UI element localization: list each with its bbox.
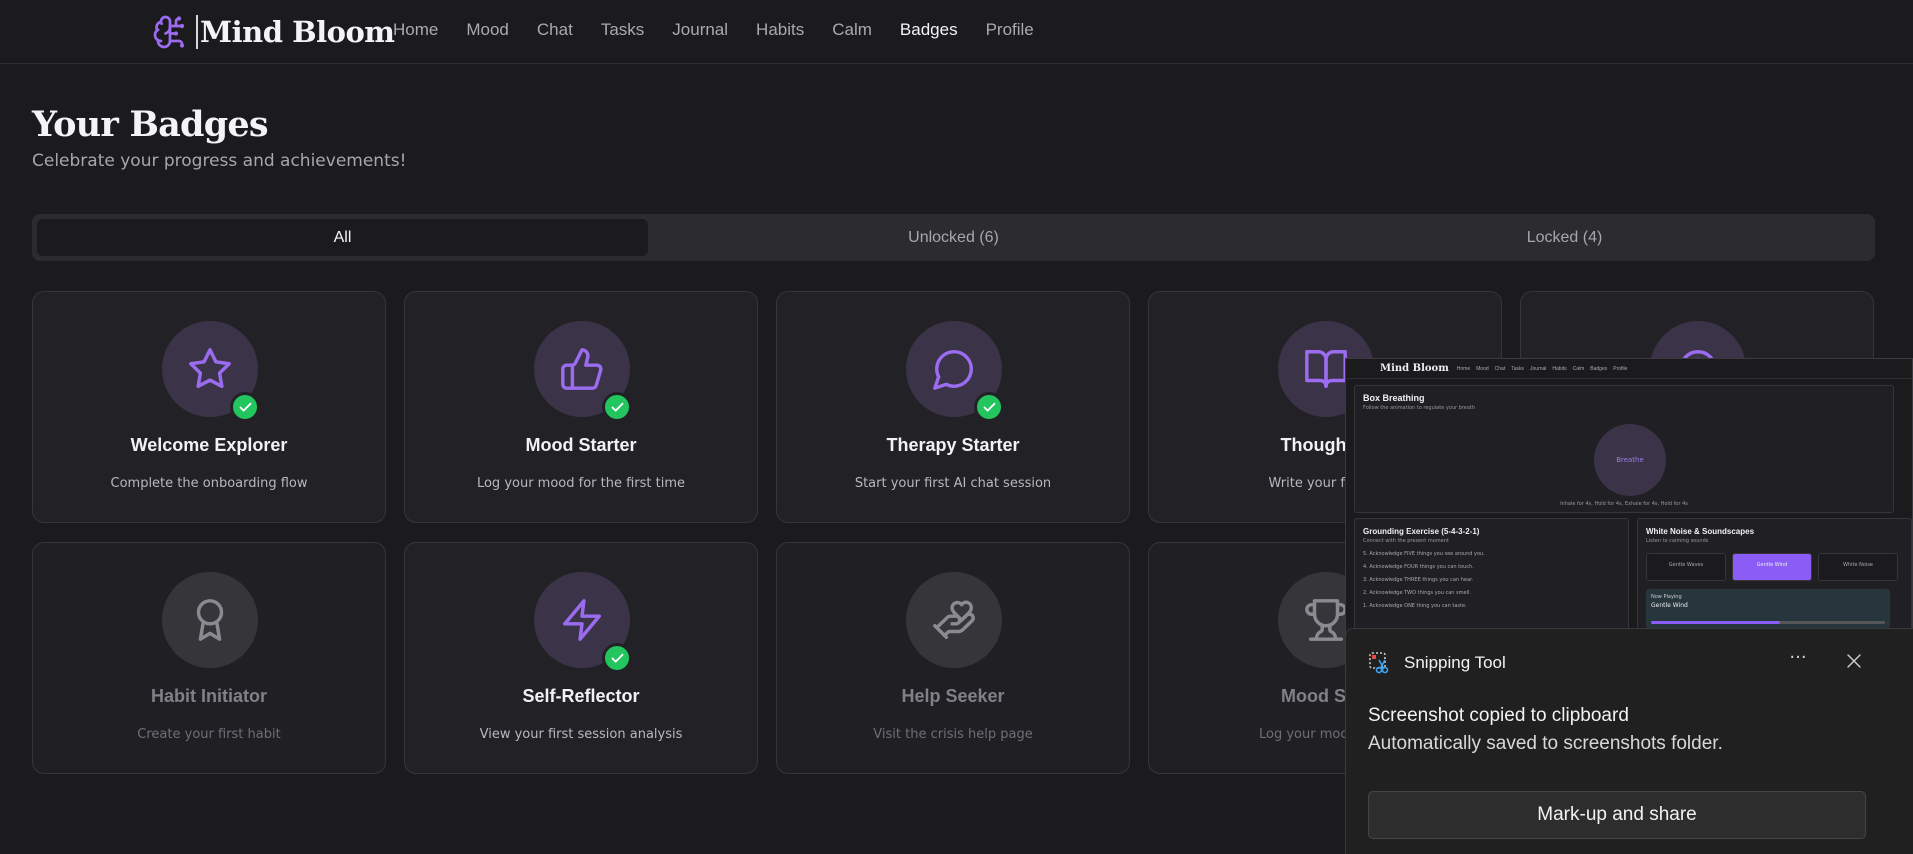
preview-nav-item: Chat bbox=[1494, 365, 1506, 372]
badge-description: Complete the onboarding flow bbox=[110, 476, 308, 491]
unlocked-check-icon bbox=[602, 392, 632, 422]
preview-brand: Mind Bloom bbox=[1380, 363, 1449, 374]
nav-tasks[interactable]: Tasks bbox=[601, 20, 644, 40]
preview-sound-option: Gentle Waves bbox=[1646, 553, 1726, 581]
snip-preview-image[interactable]: Mind Bloom Home Mood Chat Tasks Journal … bbox=[1345, 358, 1913, 648]
page-subtitle: Celebrate your progress and achievements… bbox=[32, 151, 407, 171]
tab-all[interactable]: All bbox=[37, 219, 648, 256]
nav-habits[interactable]: Habits bbox=[756, 20, 804, 40]
tab-unlocked[interactable]: Unlocked (6) bbox=[648, 219, 1259, 256]
hand-heart-icon bbox=[933, 600, 975, 639]
badge-title: Therapy Starter bbox=[886, 435, 1020, 455]
preview-grounding-step: 2. Acknowledge TWO things you can smell. bbox=[1363, 590, 1471, 596]
unlocked-check-icon bbox=[230, 392, 260, 422]
chat-bubble-icon bbox=[933, 350, 973, 390]
notification-detail: Automatically saved to screenshots folde… bbox=[1368, 733, 1723, 754]
notification-message: Screenshot copied to clipboard bbox=[1368, 705, 1629, 726]
preview-sound-subtitle: Listen to calming sounds bbox=[1646, 538, 1709, 544]
badge-title: Mood Starter bbox=[525, 435, 637, 455]
preview-nav-item: Tasks bbox=[1511, 365, 1524, 372]
badge-title: Welcome Explorer bbox=[130, 435, 288, 455]
preview-now-playing-track: Gentle Wind bbox=[1651, 602, 1688, 609]
notification-header: Snipping Tool bbox=[1368, 651, 1506, 675]
preview-breathe-circle: Breathe bbox=[1594, 424, 1666, 496]
preview-box-breathing: Box Breathing Follow the animation to re… bbox=[1354, 385, 1894, 513]
nav-badges[interactable]: Badges bbox=[900, 20, 958, 40]
preview-now-playing-label: Now Playing bbox=[1651, 594, 1682, 600]
preview-sound-options: Gentle Waves Gentle Wind White Noise bbox=[1646, 553, 1911, 581]
badge-icon-circle bbox=[162, 572, 258, 668]
close-icon[interactable] bbox=[1834, 643, 1874, 679]
nav-mood[interactable]: Mood bbox=[466, 20, 509, 40]
preview-now-playing: Now Playing Gentle Wind bbox=[1646, 589, 1890, 629]
preview-nav-item: Badges bbox=[1590, 365, 1608, 372]
nav-journal[interactable]: Journal bbox=[672, 20, 728, 40]
brain-icon bbox=[153, 15, 185, 49]
badge-card-welcome-explorer[interactable]: Welcome Explorer Complete the onboarding… bbox=[32, 291, 386, 523]
preview-nav: Home Mood Chat Tasks Journal Habits Calm… bbox=[1457, 366, 1634, 372]
preview-nav-item: Journal bbox=[1530, 365, 1547, 372]
preview-sound-option: Gentle Wind bbox=[1732, 553, 1812, 581]
badge-card-therapy-starter[interactable]: Therapy Starter Start your first AI chat… bbox=[776, 291, 1130, 523]
preview-volume-bar bbox=[1651, 621, 1885, 624]
badge-card-habit-initiator[interactable]: Habit Initiator Create your first habit bbox=[32, 542, 386, 774]
book-icon bbox=[1305, 350, 1347, 388]
nav-profile[interactable]: Profile bbox=[986, 20, 1034, 40]
preview-nav-item: Calm bbox=[1572, 365, 1585, 372]
preview-breathe-hint: Inhale for 4s, Hold for 4s, Exhale for 4… bbox=[1560, 501, 1688, 507]
snipping-tool-icon bbox=[1369, 652, 1389, 674]
more-options-icon[interactable]: ··· bbox=[1778, 643, 1818, 679]
badge-title: Self-Reflector bbox=[522, 686, 640, 706]
preview-nav-item: Habits bbox=[1552, 365, 1567, 372]
preview-grounding-step: 3. Acknowledge THREE things you can hear… bbox=[1363, 577, 1474, 583]
badge-title: Habit Initiator bbox=[151, 686, 267, 706]
badge-card-help-seeker[interactable]: Help Seeker Visit the crisis help page bbox=[776, 542, 1130, 774]
preview-grounding-step: 5. Acknowledge FIVE things you see aroun… bbox=[1363, 551, 1485, 557]
preview-box-title: Box Breathing bbox=[1363, 393, 1425, 403]
badge-icon-circle bbox=[906, 572, 1002, 668]
brand-logo[interactable]: Mind Bloom bbox=[152, 10, 395, 54]
notification-app-name: Snipping Tool bbox=[1404, 653, 1506, 672]
thumbs-up-icon bbox=[561, 348, 603, 390]
trophy-icon bbox=[1305, 599, 1347, 641]
preview-sound-title: White Noise & Soundscapes bbox=[1646, 527, 1755, 536]
preview-grounding-subtitle: Connect with the present moment bbox=[1363, 538, 1449, 544]
preview-grounding-title: Grounding Exercise (5-4-3-2-1) bbox=[1363, 527, 1480, 536]
badge-description: View your first session analysis bbox=[479, 727, 683, 742]
main-nav: Home Mood Chat Tasks Journal Habits Calm… bbox=[393, 20, 1062, 40]
unlocked-check-icon bbox=[602, 643, 632, 673]
tab-locked[interactable]: Locked (4) bbox=[1259, 219, 1870, 256]
nav-chat[interactable]: Chat bbox=[537, 20, 573, 40]
markup-and-share-button[interactable]: Mark-up and share bbox=[1368, 791, 1866, 839]
badge-description: Log your mood for the first time bbox=[476, 476, 686, 491]
brand-name: Mind Bloom bbox=[196, 15, 395, 49]
nav-home[interactable]: Home bbox=[393, 20, 438, 40]
lightning-icon bbox=[563, 599, 601, 641]
preview-nav-item: Mood bbox=[1476, 365, 1489, 372]
award-icon bbox=[196, 599, 224, 641]
nav-calm[interactable]: Calm bbox=[832, 20, 872, 40]
page-heading: Your Badges Celebrate your progress and … bbox=[32, 104, 406, 171]
top-navbar: Mind Bloom Home Mood Chat Tasks Journal … bbox=[0, 0, 1913, 64]
preview-navbar: Mind Bloom Home Mood Chat Tasks Journal … bbox=[1346, 359, 1912, 379]
preview-sound-option: White Noise bbox=[1818, 553, 1898, 581]
preview-grounding-step: 4. Acknowledge FOUR things you can touch… bbox=[1363, 564, 1474, 570]
badge-description: Start your first AI chat session bbox=[854, 476, 1052, 491]
badge-title: Help Seeker bbox=[901, 686, 1005, 706]
badge-card-self-reflector[interactable]: Self-Reflector View your first session a… bbox=[404, 542, 758, 774]
badge-card-mood-starter[interactable]: Mood Starter Log your mood for the first… bbox=[404, 291, 758, 523]
star-icon bbox=[189, 348, 231, 389]
preview-nav-item: Profile bbox=[1613, 365, 1628, 372]
preview-box-subtitle: Follow the animation to regulate your br… bbox=[1363, 405, 1476, 411]
badge-filter-tabs: All Unlocked (6) Locked (4) bbox=[32, 214, 1875, 261]
page-title: Your Badges bbox=[32, 104, 269, 145]
snipping-tool-notification[interactable]: Snipping Tool ··· Screenshot copied to c… bbox=[1345, 628, 1913, 854]
unlocked-check-icon bbox=[974, 392, 1004, 422]
preview-grounding-step: 1. Acknowledge ONE thing you can taste. bbox=[1363, 603, 1467, 609]
badge-description: Create your first habit bbox=[137, 727, 281, 742]
badge-description: Visit the crisis help page bbox=[873, 727, 1033, 742]
preview-nav-item: Home bbox=[1456, 365, 1471, 372]
